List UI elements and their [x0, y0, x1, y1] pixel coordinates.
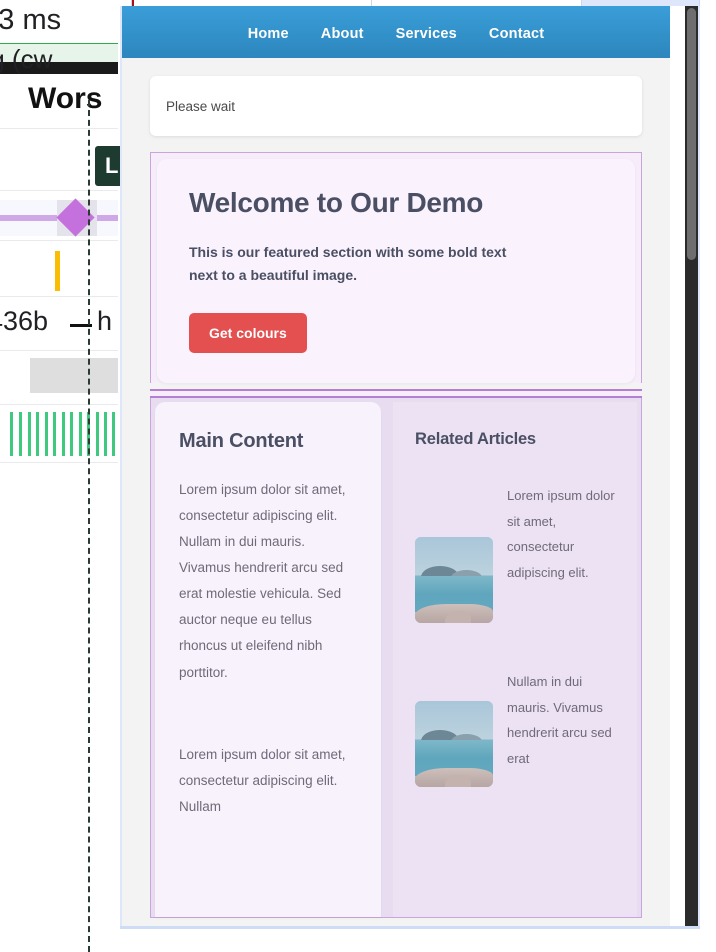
browser-window-bottom-edge: [120, 926, 700, 929]
background-dashed-guideline: [88, 100, 90, 952]
main-content-column: Main Content Lorem ipsum dolor sit amet,…: [155, 402, 381, 918]
hero-card: Welcome to Our Demo This is our featured…: [157, 159, 635, 384]
nav-link-services[interactable]: Services: [396, 26, 457, 42]
background-row-divider: [0, 240, 118, 241]
article-text: Lorem ipsum dolor sit amet, consectetur …: [507, 488, 615, 581]
background-row-divider: [0, 462, 118, 463]
background-yellow-bar: [55, 251, 60, 291]
notice-card: Please wait: [150, 76, 642, 136]
thumb-rock-secondary: [444, 611, 472, 624]
background-grey-block: [30, 358, 118, 393]
background-band-label: ing (cw: [0, 44, 53, 74]
article-thumbnail-image: [415, 701, 493, 788]
thumb-rock-secondary: [444, 775, 472, 788]
background-metric-value: 483 ms: [0, 4, 62, 36]
site-navbar: Home About Services Contact: [122, 6, 670, 58]
browser-viewport: Home About Services Contact Please wait …: [122, 6, 698, 926]
background-row-divider: [0, 190, 118, 191]
main-paragraph-1: Lorem ipsum dolor sit amet, consectetur …: [179, 482, 346, 680]
hero-section-wrapper: Welcome to Our Demo This is our featured…: [150, 152, 642, 384]
hero-title: Welcome to Our Demo: [189, 187, 484, 218]
article-item[interactable]: Lorem ipsum dolor sit amet, consectetur …: [415, 483, 615, 624]
background-row-divider: [0, 350, 118, 351]
background-badge-label: L: [105, 153, 119, 178]
background-heading: Wors: [28, 82, 103, 115]
related-articles-column: Related Articles Lorem ipsum dolor sit a…: [393, 402, 637, 918]
screenshot-root: 483 ms ing (cw Wors L 436b h: [0, 0, 716, 952]
background-row-divider: [0, 128, 118, 129]
article-item[interactable]: Nullam in dui mauris. Vivamus hendrerit …: [415, 669, 615, 788]
background-green-tick-group: [10, 412, 118, 456]
get-colours-button[interactable]: Get colours: [189, 313, 307, 354]
nav-link-contact[interactable]: Contact: [489, 26, 544, 42]
background-row-divider: [0, 296, 118, 297]
article-text: Nullam in dui mauris. Vivamus hendrerit …: [507, 674, 612, 767]
nav-link-home[interactable]: Home: [248, 26, 289, 42]
background-row-divider: [0, 404, 118, 405]
notice-text: Please wait: [166, 98, 236, 114]
hero-content-divider: [150, 389, 642, 399]
rendered-page: Home About Services Contact Please wait …: [122, 6, 670, 926]
main-paragraph-2: Lorem ipsum dolor sit amet, consectetur …: [179, 746, 346, 814]
related-articles-title: Related Articles: [415, 430, 536, 449]
vertical-scrollbar[interactable]: [685, 6, 698, 926]
article-thumbnail-image: [415, 537, 493, 624]
nav-link-about[interactable]: About: [321, 26, 364, 42]
main-content-title: Main Content: [179, 430, 304, 453]
background-row-label-left: 436b: [0, 306, 49, 336]
background-row-label-right: h: [97, 306, 113, 336]
hero-subtitle: This is our featured section with some b…: [189, 244, 507, 284]
content-grid: Main Content Lorem ipsum dolor sit amet,…: [150, 398, 642, 919]
scrollbar-thumb[interactable]: [687, 8, 696, 260]
